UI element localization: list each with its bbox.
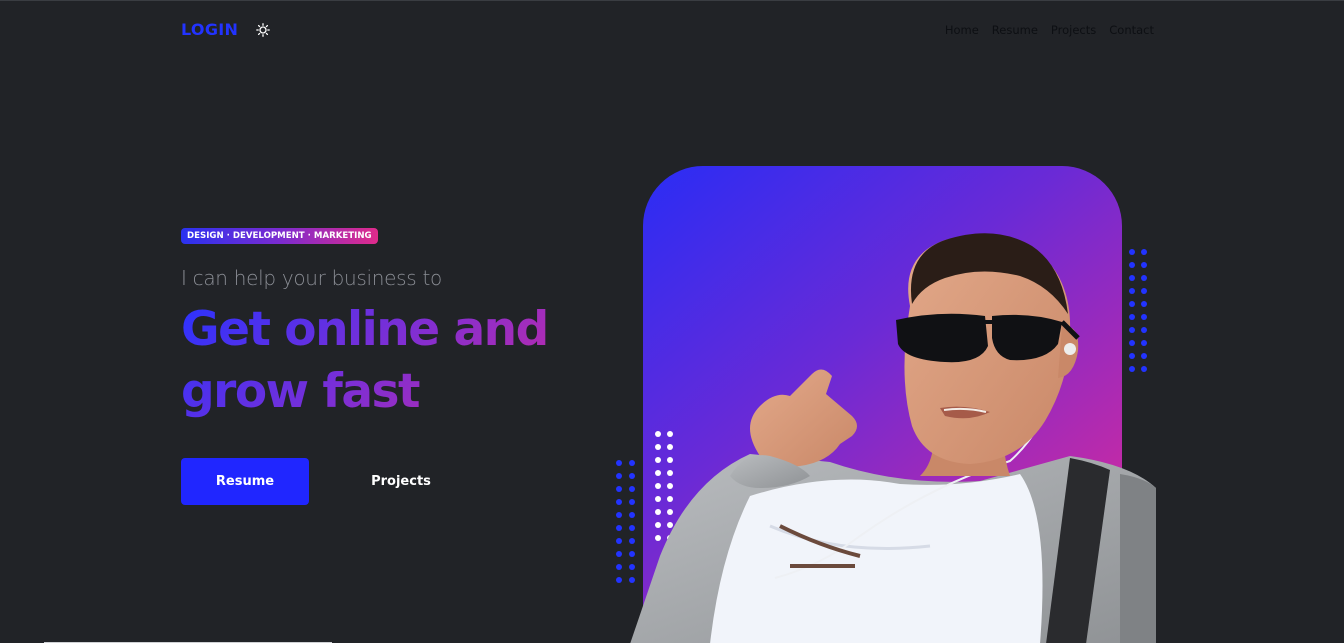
nav-contact[interactable]: Contact	[1109, 23, 1154, 37]
main-nav: Home Resume Projects Contact	[945, 23, 1154, 37]
nav-projects[interactable]: Projects	[1051, 23, 1096, 37]
nav-resume[interactable]: Resume	[992, 23, 1038, 37]
nav-home[interactable]: Home	[945, 23, 979, 37]
logo-link[interactable]: LOGIN	[181, 20, 238, 39]
portrait-image	[630, 233, 1156, 643]
headline-line-2: grow fast	[181, 364, 420, 419]
headline-line-1: Get online and	[181, 302, 548, 357]
projects-button[interactable]: Projects	[341, 458, 461, 505]
resume-button[interactable]: Resume	[181, 458, 309, 505]
services-badge: DESIGN · DEVELOPMENT · MARKETING	[181, 228, 378, 244]
site-header: LOGIN Home Resume Projects Contact	[0, 1, 1344, 61]
hero-headline: Get online and grow fast	[181, 299, 601, 423]
sun-icon[interactable]	[254, 21, 272, 39]
hero-subheading: I can help your business to	[181, 266, 442, 290]
